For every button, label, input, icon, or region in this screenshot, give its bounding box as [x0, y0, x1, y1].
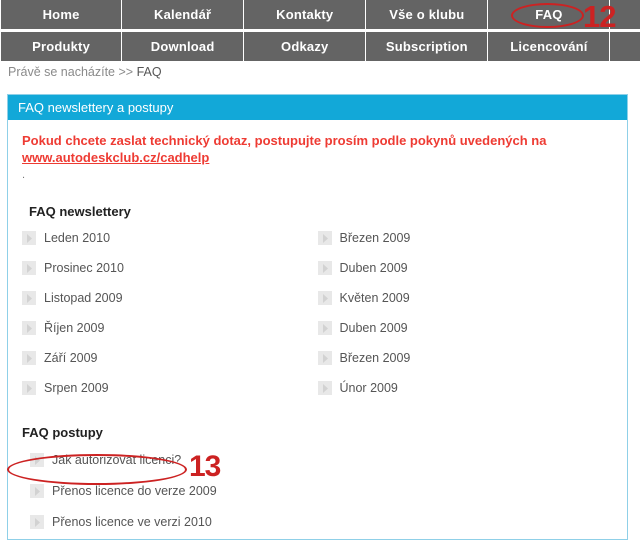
annotation-number-12: 12 [583, 0, 616, 34]
annotation-number-13: 13 [189, 450, 221, 483]
nav-item-label: Home [42, 7, 80, 22]
list-item-label: Březen 2009 [339, 351, 411, 365]
chevron-right-icon [317, 291, 332, 305]
list-item[interactable]: Srpen 2009 [22, 373, 318, 403]
nav-item-label: Kalendář [154, 7, 212, 22]
list-item-label: Květen 2009 [339, 291, 410, 305]
list-item-label: Srpen 2009 [44, 381, 109, 395]
newsletter-columns: Leden 2010 Prosinec 2010 Listopad 2009 Ř… [22, 223, 613, 403]
nav-item-label: Odkazy [281, 39, 329, 54]
chevron-right-icon [22, 381, 36, 395]
list-item[interactable]: Březen 2009 [317, 343, 614, 373]
nav-item-kontakty[interactable]: Kontakty [244, 0, 367, 29]
list-item[interactable]: Listopad 2009 [22, 283, 318, 313]
list-item[interactable]: Přenos licence ve verzi 2010 [22, 506, 613, 537]
list-item[interactable]: Říjen 2009 [22, 313, 318, 343]
list-item-label: Listopad 2009 [44, 291, 123, 305]
list-item[interactable]: Jak autorizovat licenci? [22, 444, 613, 475]
section-title-postupy: FAQ postupy [22, 425, 103, 440]
nav-item-licencovani[interactable]: Licencování [488, 32, 611, 61]
chevron-right-icon [317, 231, 332, 245]
nav-item-label: FAQ [535, 7, 563, 22]
list-item[interactable]: Duben 2009 [317, 313, 614, 343]
chevron-right-icon [317, 381, 332, 395]
list-item[interactable]: Květen 2009 [317, 283, 614, 313]
panel-header: FAQ newslettery a postupy [8, 95, 627, 120]
postupy-list: Jak autorizovat licenci? Přenos licence … [22, 444, 613, 537]
list-item-label: Září 2009 [44, 351, 98, 365]
nav-item-odkazy[interactable]: Odkazy [244, 32, 367, 61]
list-item-label: Únor 2009 [339, 381, 398, 395]
list-item[interactable]: Únor 2009 [317, 373, 614, 403]
panel-body: Pokud chcete zaslat technický dotaz, pos… [8, 120, 627, 537]
nav-item-label: Licencování [510, 39, 588, 54]
breadcrumb: Právě se nacházíte >> FAQ [8, 65, 162, 79]
nav-item-home[interactable]: Home [0, 0, 123, 29]
nav-item-kalendar[interactable]: Kalendář [122, 0, 245, 29]
nav-spacer-secondary [610, 32, 640, 61]
notice-trailing-dot: . [22, 169, 26, 181]
nav-item-label: Vše o klubu [389, 7, 465, 22]
list-item[interactable]: Přenos licence do verze 2009 [22, 475, 613, 506]
list-item[interactable]: Prosinec 2010 [22, 253, 318, 283]
chevron-right-icon [30, 514, 44, 529]
nav-item-label: Produkty [32, 39, 91, 54]
chevron-right-icon [22, 261, 36, 275]
list-item-label: Jak autorizovat licenci? [52, 452, 182, 467]
nav-row-primary: Home Kalendář Kontakty Vše o klubu FAQ [0, 0, 640, 29]
breadcrumb-current: FAQ [136, 65, 162, 79]
nav-row-secondary: Produkty Download Odkazy Subscription Li… [0, 32, 640, 61]
list-item-label: Duben 2009 [339, 321, 408, 335]
chevron-right-icon [30, 452, 44, 467]
list-item-label: Březen 2009 [339, 231, 411, 245]
list-item[interactable]: Březen 2009 [317, 223, 614, 253]
newsletter-column-right: Březen 2009 Duben 2009 Květen 2009 Duben… [317, 223, 614, 403]
breadcrumb-prefix: Právě se nacházíte >> [8, 65, 137, 79]
chevron-right-icon [317, 321, 332, 335]
panel-title: FAQ newslettery a postupy [18, 100, 174, 115]
nav-item-label: Kontakty [276, 7, 334, 22]
list-item[interactable]: Duben 2009 [317, 253, 614, 283]
list-item-label: Leden 2010 [44, 231, 111, 245]
list-item[interactable]: Září 2009 [22, 343, 318, 373]
section-title-newslettery: FAQ newslettery [29, 204, 131, 219]
list-item-label: Duben 2009 [339, 261, 408, 275]
chevron-right-icon [22, 291, 36, 305]
nav-item-download[interactable]: Download [122, 32, 245, 61]
nav-item-produkty[interactable]: Produkty [0, 32, 123, 61]
nav-item-subscription[interactable]: Subscription [366, 32, 489, 61]
content-panel: FAQ newslettery a postupy Pokud chcete z… [7, 94, 628, 540]
technical-support-notice: Pokud chcete zaslat technický dotaz, pos… [22, 132, 613, 166]
chevron-right-icon [22, 351, 36, 365]
notice-text: Pokud chcete zaslat technický dotaz, pos… [22, 133, 547, 148]
chevron-right-icon [22, 321, 36, 335]
nav-item-vse-o-klubu[interactable]: Vše o klubu [366, 0, 489, 29]
list-item-label: Přenos licence ve verzi 2010 [52, 514, 212, 529]
chevron-right-icon [30, 483, 44, 498]
nav-item-label: Download [150, 39, 215, 54]
chevron-right-icon [22, 231, 36, 245]
list-item-label: Říjen 2009 [44, 321, 105, 335]
main-navigation: Home Kalendář Kontakty Vše o klubu FAQ P… [0, 0, 640, 64]
cadhelp-link[interactable]: www.autodeskclub.cz/cadhelp [22, 150, 209, 165]
chevron-right-icon [317, 351, 332, 365]
newsletter-column-left: Leden 2010 Prosinec 2010 Listopad 2009 Ř… [22, 223, 318, 403]
list-item-label: Prosinec 2010 [44, 261, 124, 275]
chevron-right-icon [317, 261, 332, 275]
list-item[interactable]: Leden 2010 [22, 223, 318, 253]
nav-item-label: Subscription [385, 39, 468, 54]
list-item-label: Přenos licence do verze 2009 [52, 483, 217, 498]
